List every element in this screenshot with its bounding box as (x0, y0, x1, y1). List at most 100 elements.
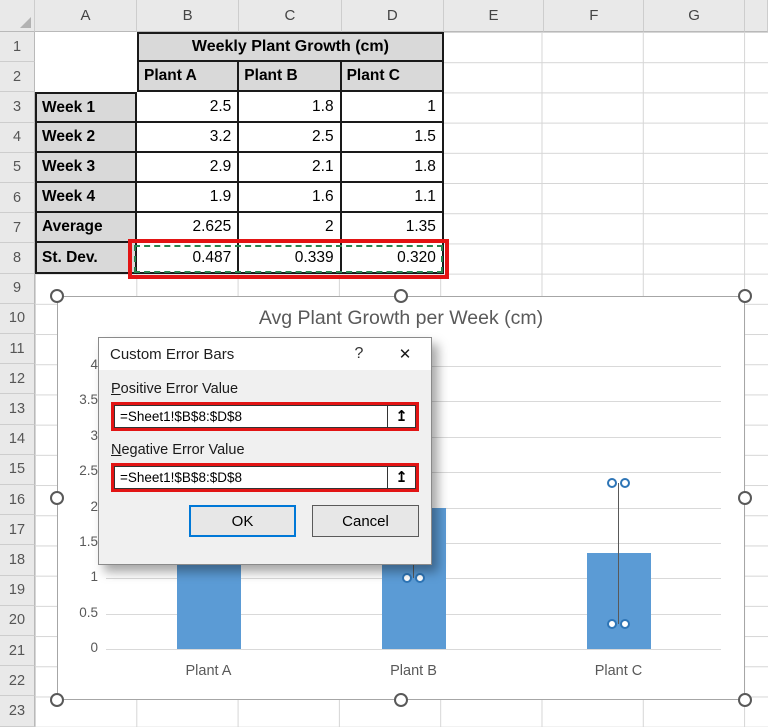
col-header-plant-c[interactable]: Plant C (342, 62, 444, 92)
col-header-plant-b[interactable]: Plant B (239, 62, 341, 92)
y-axis-tick-label: 1.5 (58, 534, 98, 549)
row-header-4[interactable]: 4 (0, 123, 35, 153)
column-header-D[interactable]: D (342, 0, 444, 32)
column-header-C[interactable]: C (239, 0, 341, 32)
chart-resize-handle[interactable] (394, 289, 408, 303)
column-header-F[interactable]: F (544, 0, 644, 32)
row-header-23[interactable]: 23 (0, 696, 35, 726)
row-label[interactable]: Week 1 (35, 92, 137, 122)
table-cell[interactable]: 1.8 (239, 92, 341, 122)
positive-error-value-input[interactable] (114, 405, 387, 428)
row-header-9[interactable]: 9 (0, 274, 35, 304)
chart-resize-handle[interactable] (50, 693, 64, 707)
row-label[interactable]: St. Dev. (35, 243, 137, 273)
error-bar-endpoint-handle[interactable] (607, 619, 617, 629)
row-header-2[interactable]: 2 (0, 62, 35, 92)
table-cell[interactable]: 1.1 (342, 183, 444, 213)
row-header-5[interactable]: 5 (0, 153, 35, 183)
row-header-16[interactable]: 16 (0, 485, 35, 515)
dialog-title-bar[interactable]: Custom Error Bars ? ✕ (99, 338, 431, 370)
row-label[interactable]: Week 2 (35, 123, 137, 153)
row-header-12[interactable]: 12 (0, 364, 35, 394)
select-all-icon (20, 17, 31, 28)
table-cell[interactable]: 2.9 (137, 153, 239, 183)
row-header-15[interactable]: 15 (0, 455, 35, 485)
row-header-14[interactable]: 14 (0, 425, 35, 455)
chart-resize-handle[interactable] (394, 693, 408, 707)
chart-gridline (106, 649, 721, 650)
negative-error-value-input[interactable] (114, 466, 387, 489)
row-header-19[interactable]: 19 (0, 576, 35, 606)
row-header-11[interactable]: 11 (0, 334, 35, 364)
chart-resize-handle[interactable] (50, 289, 64, 303)
dialog-title: Custom Error Bars (99, 346, 339, 363)
dialog-buttons: OK Cancel (111, 505, 419, 537)
table-title[interactable]: Weekly Plant Growth (cm) (137, 32, 444, 62)
row-header-3[interactable]: 3 (0, 92, 35, 122)
error-bar-endpoint-handle[interactable] (620, 619, 630, 629)
ok-button[interactable]: OK (189, 505, 296, 537)
cancel-button[interactable]: Cancel (312, 505, 419, 537)
row-label[interactable]: Week 3 (35, 153, 137, 183)
column-header-E[interactable]: E (444, 0, 544, 32)
y-axis-tick-label: 3.5 (58, 392, 98, 407)
chart-resize-handle[interactable] (738, 491, 752, 505)
marching-ants-selection (134, 245, 443, 273)
row-label[interactable]: Average (35, 213, 137, 243)
select-all-corner[interactable] (0, 0, 35, 32)
row-header-6[interactable]: 6 (0, 183, 35, 213)
error-bar-endpoint-handle[interactable] (607, 478, 617, 488)
table-cell[interactable]: 2.1 (239, 153, 341, 183)
collapse-dialog-icon[interactable]: ↥ (387, 466, 416, 489)
row-header-20[interactable]: 20 (0, 606, 35, 636)
collapse-dialog-icon[interactable]: ↥ (387, 405, 416, 428)
excel-worksheet: ABCDEFG 12345678910111213141516171819202… (0, 0, 768, 727)
row-header-1[interactable]: 1 (0, 32, 35, 62)
error-bar-endpoint-handle[interactable] (415, 573, 425, 583)
row-header-17[interactable]: 17 (0, 515, 35, 545)
y-axis-tick-label: 0.5 (58, 605, 98, 620)
x-axis-category-label: Plant A (149, 663, 269, 679)
cell-A1[interactable] (35, 32, 137, 62)
y-axis-tick-label: 2 (58, 499, 98, 514)
column-header-A[interactable]: A (35, 0, 137, 32)
column-header-B[interactable]: B (137, 0, 239, 32)
annotation-box-positive: ↥ (111, 402, 419, 431)
row-label[interactable]: Week 4 (35, 183, 137, 213)
row-header-10[interactable]: 10 (0, 304, 35, 334)
column-header-partial[interactable] (745, 0, 768, 32)
chart-resize-handle[interactable] (738, 693, 752, 707)
table-cell[interactable]: 1.5 (342, 123, 444, 153)
help-icon[interactable]: ? (339, 345, 379, 363)
table-cell[interactable]: 2.5 (239, 123, 341, 153)
table-cell[interactable]: 1.9 (137, 183, 239, 213)
column-header-G[interactable]: G (644, 0, 744, 32)
table-cell[interactable]: 2.5 (137, 92, 239, 122)
table-cell[interactable]: 1 (342, 92, 444, 122)
row-header-8[interactable]: 8 (0, 243, 35, 273)
error-bar-endpoint-handle[interactable] (620, 478, 630, 488)
close-icon[interactable]: ✕ (379, 345, 431, 363)
cell-A2[interactable] (35, 62, 137, 92)
col-header-plant-a[interactable]: Plant A (137, 62, 239, 92)
error-bar-endpoint-handle[interactable] (402, 573, 412, 583)
row-header-18[interactable]: 18 (0, 545, 35, 575)
table-cell[interactable]: 1.8 (342, 153, 444, 183)
row-header-7[interactable]: 7 (0, 213, 35, 243)
chart-title[interactable]: Avg Plant Growth per Week (cm) (58, 307, 744, 330)
row-header-21[interactable]: 21 (0, 636, 35, 666)
y-axis-tick-label: 0 (58, 640, 98, 655)
data-table: Weekly Plant Growth (cm) Plant A Plant B… (35, 32, 444, 274)
error-bar[interactable] (618, 483, 620, 625)
positive-error-value-label: Positive Error Value (111, 381, 419, 397)
negative-error-value-label: Negative Error Value (111, 442, 419, 458)
chart-resize-handle[interactable] (50, 491, 64, 505)
chart-resize-handle[interactable] (738, 289, 752, 303)
table-cell[interactable]: 3.2 (137, 123, 239, 153)
table-cell[interactable]: 1.6 (239, 183, 341, 213)
row-header-22[interactable]: 22 (0, 666, 35, 696)
row-header-13[interactable]: 13 (0, 394, 35, 424)
y-axis-tick-label: 2.5 (58, 463, 98, 478)
column-headers: ABCDEFG (0, 0, 768, 32)
y-axis-tick-label: 1 (58, 569, 98, 584)
